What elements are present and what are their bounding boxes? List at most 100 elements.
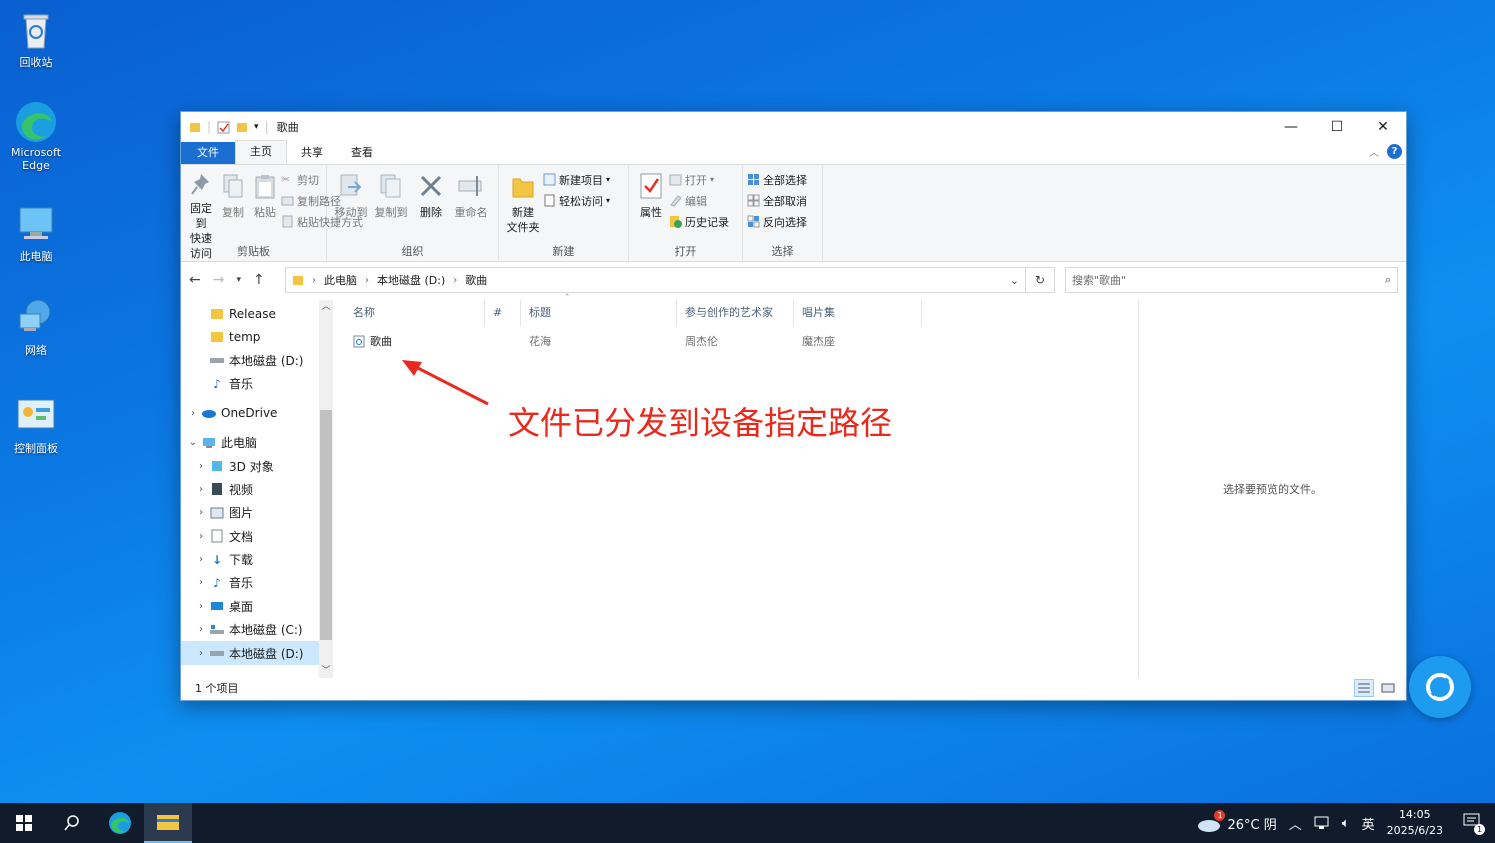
invert-selection-button[interactable]: 反向选择 bbox=[747, 213, 807, 230]
notification-center-button[interactable]: 1 bbox=[1463, 813, 1485, 835]
details-view-icon bbox=[1358, 683, 1370, 693]
expand-chevron-icon[interactable]: › bbox=[185, 408, 201, 419]
breadcrumb-separator-icon[interactable]: › bbox=[312, 275, 316, 286]
nav-item-label: 文档 bbox=[229, 529, 254, 544]
new-item-button[interactable]: 新建项目 ▾ bbox=[543, 171, 610, 188]
close-button[interactable]: ✕ bbox=[1360, 112, 1406, 142]
desktop-icon-recycle-bin[interactable]: 回收站 bbox=[4, 8, 68, 70]
nav-item-documents[interactable]: › 文档 bbox=[181, 525, 333, 548]
maximize-button[interactable]: ☐ bbox=[1314, 112, 1360, 142]
file-row[interactable]: 歌曲 花海 周杰伦 魔杰座 bbox=[345, 330, 922, 352]
desktop-icon-network[interactable]: 网络 bbox=[4, 296, 68, 358]
input-method-indicator[interactable]: 英 bbox=[1362, 814, 1375, 833]
tab-home[interactable]: 主页 bbox=[235, 140, 287, 164]
clock[interactable]: 14:05 2025/6/23 bbox=[1387, 807, 1443, 839]
search-icon[interactable]: ⌕ bbox=[1385, 273, 1391, 287]
breadcrumb-this-pc[interactable]: 此电脑 bbox=[324, 272, 357, 288]
forward-arrow-icon[interactable]: → bbox=[213, 272, 225, 288]
breadcrumb-local-disk-d[interactable]: 本地磁盘 (D:) bbox=[377, 272, 445, 288]
show-hidden-icons-chevron-icon[interactable]: ︿ bbox=[1289, 814, 1302, 833]
floating-assistant-button[interactable] bbox=[1409, 656, 1471, 718]
tab-view[interactable]: 查看 bbox=[337, 142, 387, 164]
network-monitor-icon[interactable] bbox=[1314, 816, 1330, 830]
column-header-name[interactable]: 名称 bbox=[345, 300, 485, 326]
breadcrumb-separator-icon[interactable]: › bbox=[365, 275, 369, 286]
breadcrumb-current-folder[interactable]: 歌曲 bbox=[465, 272, 487, 288]
tab-file[interactable]: 文件 bbox=[181, 142, 235, 164]
select-none-button[interactable]: 全部取消 bbox=[747, 192, 807, 209]
select-all-button[interactable]: 全部选择 bbox=[747, 171, 807, 188]
weather-widget[interactable]: 1 26°C 阴 bbox=[1197, 810, 1277, 833]
nav-item-music[interactable]: › ♪ 音乐 bbox=[181, 571, 333, 594]
back-arrow-icon[interactable]: ← bbox=[189, 272, 201, 288]
column-header-number[interactable]: # bbox=[485, 300, 521, 326]
column-header-album[interactable]: 唱片集 bbox=[794, 300, 922, 326]
scroll-thumb[interactable] bbox=[320, 410, 332, 640]
minimize-button[interactable]: — bbox=[1268, 112, 1314, 142]
expand-chevron-icon[interactable]: › bbox=[193, 554, 209, 565]
help-button[interactable]: ? bbox=[1387, 144, 1402, 159]
collapse-ribbon-chevron-icon[interactable]: ︿ bbox=[1369, 144, 1379, 159]
breadcrumb-separator-icon[interactable]: › bbox=[453, 275, 457, 286]
collapse-chevron-icon[interactable]: ⌄ bbox=[185, 437, 201, 448]
expand-chevron-icon[interactable]: › bbox=[193, 624, 209, 635]
nav-item-downloads[interactable]: › ↓ 下载 bbox=[181, 548, 333, 571]
expand-chevron-icon[interactable]: › bbox=[193, 577, 209, 588]
nav-item-local-disk-d[interactable]: › 本地磁盘 (D:) bbox=[181, 641, 333, 665]
expand-chevron-icon[interactable]: › bbox=[193, 461, 209, 472]
edit-button[interactable]: 编辑 bbox=[669, 192, 729, 209]
up-arrow-icon[interactable]: ↑ bbox=[253, 272, 265, 288]
address-bar[interactable]: › 此电脑 › 本地磁盘 (D:) › 歌曲 ⌄ bbox=[285, 267, 1026, 293]
nav-item-3d-objects[interactable]: › 3D 对象 bbox=[181, 454, 333, 477]
nav-item-local-disk-d-quick[interactable]: 本地磁盘 (D:) bbox=[181, 349, 333, 372]
search-input[interactable]: 搜索"歌曲" ⌕ bbox=[1065, 267, 1398, 293]
details-view-button[interactable] bbox=[1354, 679, 1374, 697]
nav-item-release[interactable]: Release bbox=[181, 302, 333, 325]
clock-date: 2025/6/23 bbox=[1386, 824, 1443, 837]
nav-item-desktop[interactable]: › 桌面 bbox=[181, 595, 333, 618]
nav-item-temp[interactable]: temp bbox=[181, 325, 333, 348]
large-icons-view-button[interactable] bbox=[1378, 679, 1398, 697]
nav-item-local-disk-c[interactable]: › 本地磁盘 (C:) bbox=[181, 618, 333, 641]
taskbar-explorer-button[interactable] bbox=[144, 803, 192, 843]
address-dropdown-chevron-icon[interactable]: ⌄ bbox=[1010, 274, 1019, 287]
divider: | bbox=[264, 120, 269, 134]
start-button[interactable] bbox=[0, 803, 48, 843]
cube-3d-icon bbox=[212, 461, 222, 472]
expand-chevron-icon[interactable]: › bbox=[193, 601, 209, 612]
nav-item-onedrive[interactable]: › OneDrive bbox=[181, 402, 333, 425]
new-folder-icon[interactable] bbox=[236, 121, 248, 133]
tab-share[interactable]: 共享 bbox=[287, 142, 337, 164]
open-button[interactable]: 打开 ▾ bbox=[669, 171, 729, 188]
customize-toolbar-chevron-icon[interactable]: ▾ bbox=[254, 122, 259, 132]
nav-scrollbar[interactable]: ︿ ﹀ bbox=[319, 300, 333, 678]
taskbar-edge-button[interactable] bbox=[96, 803, 144, 843]
volume-icon[interactable]: 🔈︎ bbox=[1342, 816, 1350, 831]
refresh-button[interactable]: ↻ bbox=[1025, 267, 1055, 293]
copy-to-icon bbox=[380, 174, 401, 198]
nav-item-music-quick[interactable]: ♪ 音乐 bbox=[181, 372, 333, 395]
history-button[interactable]: 历史记录 bbox=[669, 213, 729, 230]
expand-chevron-icon[interactable]: › bbox=[193, 507, 209, 518]
properties-check-icon[interactable] bbox=[217, 121, 230, 134]
title-bar[interactable]: | ▾ | 歌曲 — ☐ ✕ bbox=[181, 112, 1406, 142]
search-button[interactable] bbox=[48, 803, 96, 843]
desktop-icon-this-pc[interactable]: 此电脑 bbox=[4, 202, 68, 264]
recent-locations-chevron-icon[interactable]: ▾ bbox=[236, 275, 241, 285]
desktop-icon-control-panel[interactable]: 控制面板 bbox=[4, 394, 68, 456]
nav-item-this-pc[interactable]: ⌄ 此电脑 bbox=[181, 431, 333, 454]
expand-chevron-icon[interactable]: › bbox=[193, 648, 209, 659]
file-name: 歌曲 bbox=[370, 335, 392, 348]
column-header-artist[interactable]: 参与创作的艺术家 bbox=[677, 300, 794, 326]
nav-item-videos[interactable]: › 视频 bbox=[181, 478, 333, 501]
easy-access-button[interactable]: 轻松访问 ▾ bbox=[543, 192, 610, 209]
nav-item-label: Release bbox=[229, 306, 276, 321]
expand-chevron-icon[interactable]: › bbox=[193, 531, 209, 542]
select-all-icon bbox=[748, 174, 759, 185]
copy-label: 复制 bbox=[222, 206, 244, 219]
scroll-up-chevron-icon[interactable]: ︿ bbox=[319, 300, 333, 314]
expand-chevron-icon[interactable]: › bbox=[193, 484, 209, 495]
desktop-icon-edge[interactable]: Microsoft Edge bbox=[4, 100, 68, 172]
nav-item-pictures[interactable]: › 图片 bbox=[181, 501, 333, 524]
column-header-title[interactable]: 标题 bbox=[521, 300, 677, 326]
